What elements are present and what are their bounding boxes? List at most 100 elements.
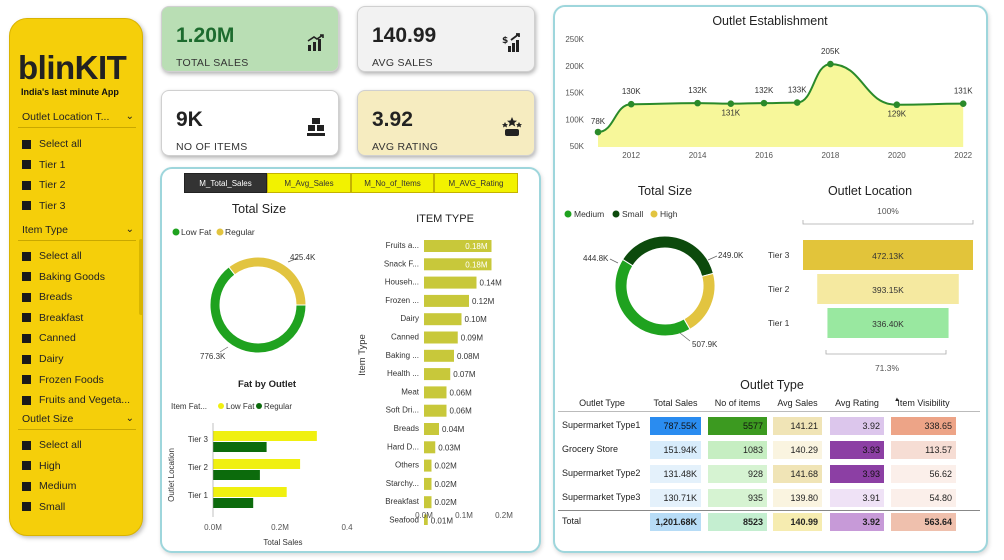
checkbox[interactable] bbox=[22, 180, 31, 190]
checkbox[interactable] bbox=[22, 333, 31, 343]
checkbox[interactable] bbox=[22, 440, 31, 450]
table-row[interactable]: Supermarket Type3 130.71K 935 139.80 3.91 54.… bbox=[558, 489, 980, 507]
slicer-item[interactable]: Breads bbox=[22, 291, 72, 303]
item-type-bar[interactable] bbox=[424, 313, 462, 326]
table-header[interactable]: Total Sales bbox=[650, 398, 701, 408]
area-point[interactable] bbox=[959, 100, 967, 107]
slicer-item[interactable]: Canned bbox=[22, 332, 76, 344]
table-header[interactable]: Avg Rating bbox=[830, 398, 884, 408]
slicer-header-0[interactable]: Outlet Location T... ⌄ bbox=[22, 111, 134, 123]
tab-no-of-items[interactable]: M_No_of_Items bbox=[351, 173, 434, 193]
slicer-item[interactable]: Select all bbox=[22, 250, 82, 262]
slicer-item[interactable]: High bbox=[22, 460, 61, 472]
item-type-bar[interactable] bbox=[424, 404, 447, 417]
area-point[interactable] bbox=[760, 99, 768, 107]
checkbox[interactable] bbox=[22, 292, 31, 302]
area-point[interactable] bbox=[594, 128, 602, 136]
area-point[interactable] bbox=[893, 101, 901, 109]
funnel-top-percent: 100% bbox=[877, 206, 899, 216]
data-label: 131K bbox=[954, 87, 973, 96]
data-label: 0.04M bbox=[442, 425, 465, 434]
item-type-bar[interactable] bbox=[424, 423, 439, 435]
checkbox[interactable] bbox=[22, 481, 31, 491]
table-row[interactable]: Grocery Store 151.94K 1083 140.29 3.93 113.57 bbox=[558, 441, 980, 459]
donut-slice[interactable] bbox=[683, 272, 716, 330]
rating-stars-icon bbox=[502, 117, 522, 136]
donut-slice[interactable] bbox=[614, 258, 691, 337]
chevron-down-icon[interactable]: ⌄ bbox=[126, 413, 134, 425]
area-point[interactable] bbox=[694, 99, 701, 107]
area-point[interactable] bbox=[727, 100, 735, 107]
data-label: 507.9K bbox=[692, 340, 718, 349]
slicer-item[interactable]: Small bbox=[22, 501, 65, 513]
table-header[interactable]: No of items bbox=[708, 398, 767, 408]
slicer-item[interactable]: Tier 1 bbox=[22, 159, 65, 171]
y-axis-label: Outlet Location bbox=[167, 448, 176, 502]
bar-regular[interactable] bbox=[213, 442, 267, 452]
item-type-bar[interactable] bbox=[424, 294, 469, 307]
checkbox[interactable] bbox=[22, 272, 31, 282]
slicer-item[interactable]: Medium bbox=[22, 480, 76, 492]
chevron-down-icon[interactable]: ⌄ bbox=[126, 111, 134, 123]
item-type-bar[interactable] bbox=[424, 459, 432, 472]
item-type-bar[interactable] bbox=[424, 496, 432, 509]
kpi-label: AVG RATING bbox=[372, 141, 439, 153]
bar-regular[interactable] bbox=[213, 498, 254, 508]
chevron-down-icon[interactable]: ⌄ bbox=[126, 224, 134, 236]
checkbox[interactable] bbox=[22, 139, 31, 149]
item-type-bar[interactable] bbox=[424, 368, 451, 381]
table-header[interactable]: Avg Sales bbox=[773, 398, 822, 408]
slicer-item[interactable]: Select all bbox=[22, 138, 82, 150]
checkbox[interactable] bbox=[22, 502, 31, 512]
slicer-item[interactable]: Dairy bbox=[22, 353, 64, 365]
slicer-scrollbar[interactable] bbox=[139, 239, 142, 315]
donut-slice[interactable] bbox=[621, 235, 714, 278]
slicer-item-label: Select all bbox=[39, 439, 82, 451]
tab-total-sales[interactable]: M_Total_Sales bbox=[184, 173, 267, 193]
bar-regular[interactable] bbox=[213, 470, 260, 480]
table-row[interactable]: Supermarket Type2 131.48K 928 141.68 3.93 56.… bbox=[558, 465, 980, 483]
checkbox[interactable] bbox=[22, 160, 31, 170]
legend-swatch-small bbox=[612, 210, 620, 218]
donut-slices bbox=[209, 256, 307, 354]
checkbox[interactable] bbox=[22, 395, 31, 405]
checkbox[interactable] bbox=[22, 375, 31, 385]
area-point[interactable] bbox=[627, 100, 635, 108]
item-type-bar[interactable] bbox=[424, 276, 477, 289]
table-cell: 54.80 bbox=[891, 489, 956, 507]
checkbox[interactable] bbox=[22, 461, 31, 471]
total-cell: 563.64 bbox=[891, 513, 956, 531]
total-label: Total bbox=[562, 516, 582, 526]
slicer-item[interactable]: Tier 3 bbox=[22, 200, 65, 212]
checkbox[interactable] bbox=[22, 251, 31, 261]
donut-slice[interactable] bbox=[228, 256, 307, 306]
slicer-item[interactable]: Tier 2 bbox=[22, 179, 65, 191]
slicer-header-1[interactable]: Item Type ⌄ bbox=[22, 224, 134, 236]
slicer-item[interactable]: Breakfast bbox=[22, 312, 83, 324]
table-row[interactable]: Supermarket Type1 787.55K 5577 141.21 3.92 33… bbox=[558, 417, 980, 435]
checkbox[interactable] bbox=[22, 354, 31, 364]
area-point[interactable] bbox=[793, 99, 801, 106]
item-type-bar[interactable] bbox=[424, 477, 432, 490]
item-type-bar[interactable] bbox=[424, 331, 458, 344]
table-header[interactable]: Outlet Type bbox=[561, 398, 643, 408]
data-label: 205K bbox=[821, 47, 840, 56]
slicer-header-2[interactable]: Outlet Size ⌄ bbox=[22, 413, 134, 425]
bar-low-fat[interactable] bbox=[213, 459, 301, 469]
item-type-bar[interactable] bbox=[424, 349, 454, 362]
slicer-item[interactable]: Select all bbox=[22, 439, 82, 451]
slicer-item[interactable]: Baking Goods bbox=[22, 271, 105, 283]
item-type-bar[interactable] bbox=[424, 441, 436, 454]
legend-label: Low Fat bbox=[226, 402, 255, 411]
tab-avg-rating[interactable]: M_AVG_Rating bbox=[434, 173, 518, 193]
slicer-item[interactable]: Fruits and Vegeta... bbox=[22, 394, 130, 406]
tab-avg-sales[interactable]: M_Avg_Sales bbox=[267, 173, 351, 193]
area-point[interactable] bbox=[827, 60, 834, 68]
table-header[interactable]: Item Visibility bbox=[891, 398, 956, 408]
bar-low-fat[interactable] bbox=[213, 431, 317, 441]
checkbox[interactable] bbox=[22, 313, 31, 323]
bar-low-fat[interactable] bbox=[213, 487, 287, 497]
checkbox[interactable] bbox=[22, 201, 31, 211]
item-type-bar[interactable] bbox=[424, 386, 447, 399]
slicer-item[interactable]: Frozen Foods bbox=[22, 374, 104, 386]
